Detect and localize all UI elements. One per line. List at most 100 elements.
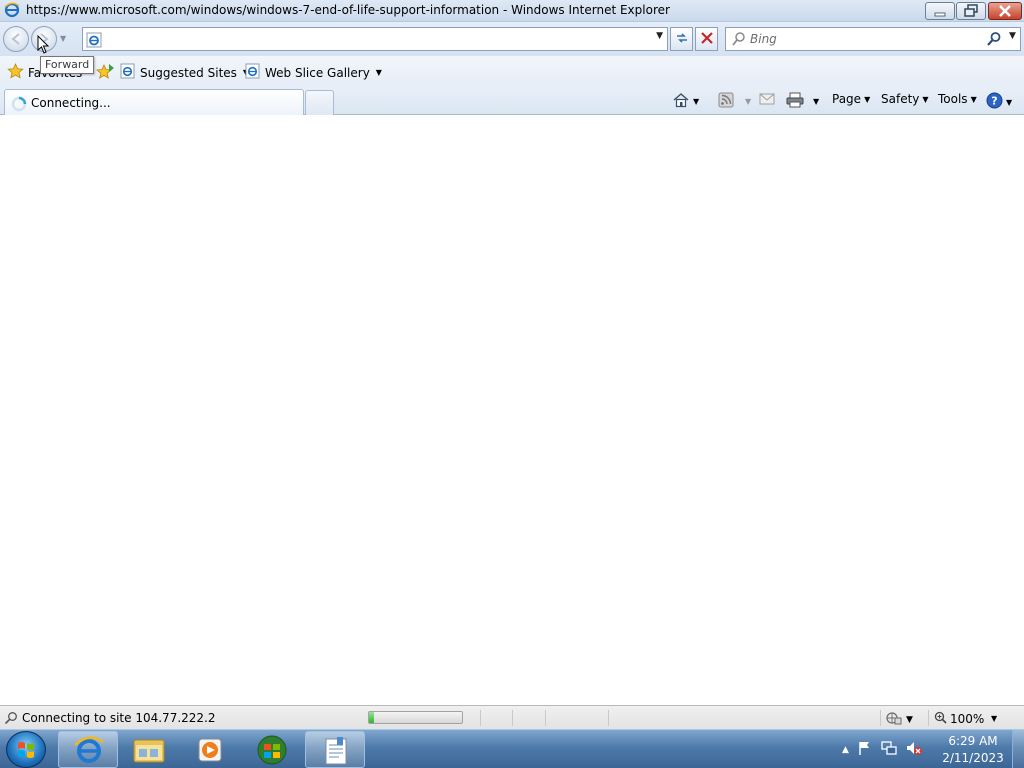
protected-mode-zone[interactable]: ▼ — [886, 711, 913, 728]
search-icon[interactable] — [986, 31, 1002, 50]
suggested-sites-item[interactable]: Suggested Sites ▼ — [120, 63, 249, 82]
suggested-sites-label: Suggested Sites — [140, 65, 237, 80]
tools-menu[interactable]: Tools ▼ — [938, 92, 977, 106]
mouse-cursor-icon — [37, 34, 50, 58]
close-button[interactable] — [988, 2, 1022, 20]
chevron-down-icon: ▼ — [864, 94, 871, 104]
page-menu[interactable]: Page ▼ — [832, 92, 870, 106]
back-arrow-icon — [11, 33, 20, 45]
clock-time: 6:29 AM — [948, 734, 998, 748]
rss-feed-icon — [718, 92, 734, 111]
print-button[interactable]: ▼ — [786, 92, 819, 111]
chevron-down-icon: ▼ — [375, 68, 382, 77]
chevron-down-icon[interactable]: ▼ — [813, 97, 819, 106]
zoom-level: 100% — [950, 712, 985, 726]
taskbar-media-player[interactable] — [180, 731, 240, 768]
status-divider — [480, 710, 481, 726]
title-bar: https://www.microsoft.com/windows/window… — [0, 0, 1024, 22]
system-tray: ▲ — [842, 740, 923, 759]
ie-icon — [4, 2, 20, 21]
progress-fill — [369, 712, 374, 723]
page-menu-label: Page — [832, 92, 862, 106]
internet-explorer-icon — [74, 736, 104, 763]
search-options-dropdown-icon[interactable]: ▼ — [1009, 31, 1016, 41]
search-icon — [4, 711, 18, 728]
mail-icon — [759, 92, 775, 109]
show-hidden-icons-button[interactable]: ▲ — [842, 745, 849, 755]
windows-taskbar: ▲ 6:29 AM 2/11/2023 — [0, 729, 1024, 768]
help-button[interactable]: ? ▼ — [986, 92, 1012, 112]
show-desktop-button[interactable] — [1012, 730, 1024, 768]
windows-orb-icon — [257, 735, 287, 765]
ie-page-icon — [120, 63, 136, 82]
start-button[interactable] — [6, 731, 46, 768]
safety-menu-label: Safety — [881, 92, 920, 106]
stop-icon — [700, 32, 713, 44]
taskbar-internet-explorer[interactable] — [58, 731, 118, 768]
folder-icon — [133, 739, 165, 763]
action-center-flag-icon[interactable] — [857, 740, 873, 759]
taskbar-document-app[interactable] — [305, 731, 365, 768]
minimize-button[interactable] — [925, 2, 955, 20]
chevron-down-icon[interactable]: ▼ — [745, 97, 751, 106]
address-bar[interactable]: ▼ — [82, 27, 668, 51]
new-tab-button[interactable] — [305, 90, 334, 115]
stop-button[interactable] — [695, 27, 718, 51]
web-slice-gallery-item[interactable]: Web Slice Gallery ▼ — [245, 63, 382, 82]
bing-search-icon — [731, 31, 747, 50]
restore-button[interactable] — [956, 2, 986, 20]
chevron-down-icon: ▼ — [1006, 97, 1013, 107]
printer-icon — [786, 92, 804, 111]
home-icon — [672, 92, 690, 111]
refresh-icon — [676, 33, 687, 43]
feeds-button[interactable]: ▼ — [718, 92, 751, 111]
clock-date: 2/11/2023 — [942, 751, 1004, 765]
address-input[interactable] — [105, 30, 645, 48]
svg-text:?: ? — [991, 95, 997, 108]
search-box[interactable]: ▼ — [725, 27, 1021, 51]
media-player-icon — [198, 738, 222, 762]
search-input[interactable] — [750, 30, 980, 48]
windows-logo-icon — [18, 742, 34, 758]
recent-pages-dropdown[interactable]: ▼ — [60, 34, 66, 43]
zoom-control[interactable]: 100% — [934, 711, 984, 727]
star-icon — [7, 63, 24, 82]
taskbar-windows-logo-app[interactable] — [242, 731, 302, 768]
taskbar-windows-explorer[interactable] — [119, 731, 179, 768]
help-icon: ? — [986, 92, 1003, 112]
add-favorite-icon — [95, 63, 115, 82]
tab-row: Connecting... ▼ ▼ ▼ Page ▼ Safety ▼ Tool… — [0, 87, 1024, 115]
page-content-area[interactable] — [0, 115, 1024, 705]
loading-spinner-icon — [11, 96, 27, 115]
active-tab[interactable]: Connecting... — [4, 89, 304, 115]
status-divider — [928, 710, 929, 726]
zoom-dropdown-icon[interactable]: ▼ — [991, 714, 997, 723]
network-icon[interactable] — [881, 740, 897, 759]
tab-title: Connecting... — [31, 96, 111, 110]
status-text: Connecting to site 104.77.222.2 — [22, 711, 216, 725]
safety-menu[interactable]: Safety ▼ — [881, 92, 929, 106]
loading-progress-bar — [368, 711, 463, 724]
status-divider — [880, 710, 881, 726]
forward-tooltip: Forward — [40, 56, 95, 74]
back-button[interactable] — [3, 26, 29, 52]
navigation-bar: ▼ ▼ ▼ — [0, 22, 1024, 56]
volume-muted-icon[interactable] — [905, 740, 923, 759]
favorites-bar: Favorites Suggested Sites ▼ Web Slice Ga… — [0, 56, 1024, 87]
chevron-down-icon[interactable]: ▼ — [693, 97, 699, 106]
read-mail-button[interactable] — [759, 92, 775, 109]
chevron-down-icon: ▼ — [906, 714, 913, 725]
window-title: https://www.microsoft.com/windows/window… — [26, 3, 670, 17]
web-slice-gallery-label: Web Slice Gallery — [265, 65, 370, 80]
add-to-favorites-bar-button[interactable] — [95, 63, 115, 82]
document-icon — [325, 737, 347, 765]
refresh-button[interactable] — [670, 27, 693, 51]
address-dropdown-icon[interactable]: ▼ — [656, 31, 663, 41]
status-divider — [512, 710, 513, 726]
status-bar: Connecting to site 104.77.222.2 ▼ 100% ▼ — [0, 705, 1024, 729]
chevron-down-icon: ▼ — [922, 94, 929, 104]
status-divider — [545, 710, 546, 726]
system-clock[interactable]: 6:29 AM 2/11/2023 — [940, 733, 1006, 767]
home-button[interactable]: ▼ — [672, 92, 699, 111]
ie-page-icon — [86, 32, 102, 51]
